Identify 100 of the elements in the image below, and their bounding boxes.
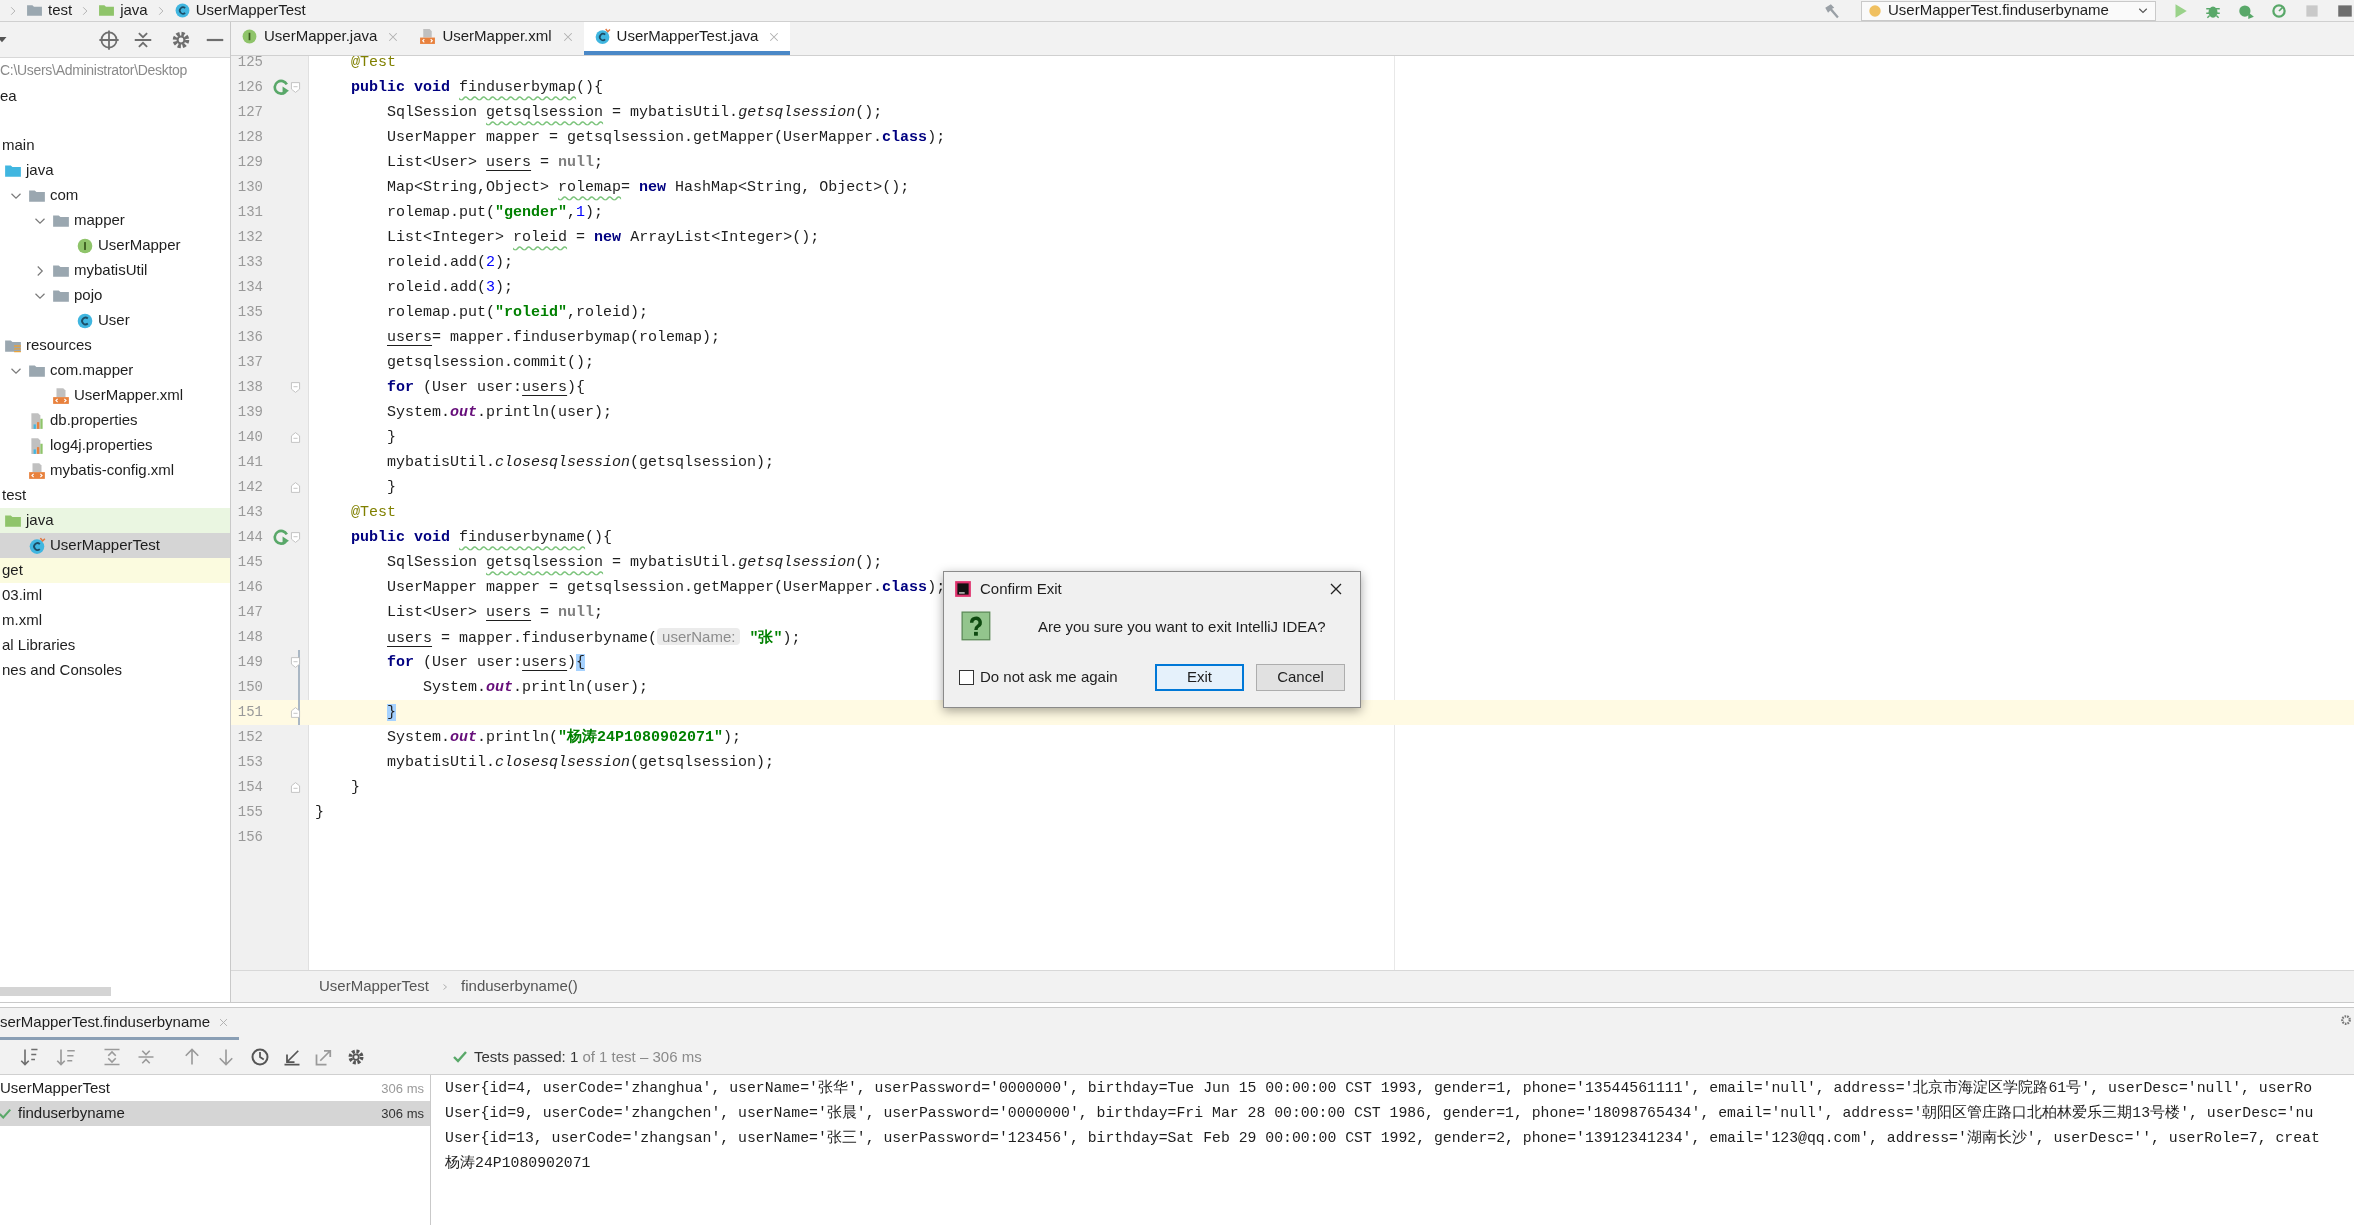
code-line: System.out.println(user); <box>386 403 613 423</box>
code-line: } <box>386 478 397 498</box>
tree-item[interactable]: java <box>0 508 230 533</box>
test-row[interactable]: UserMapperTest 306 ms <box>0 1076 430 1101</box>
tree-item[interactable]: com.mapper <box>0 358 230 383</box>
code-line: Map<String,Object> rolemap= new HashMap<String, Object>(); <box>386 178 910 198</box>
code-line: public void finduserbymap(){ <box>350 78 604 98</box>
breadcrumb[interactable]: finduserbyname() <box>461 975 578 998</box>
hammer-icon[interactable] <box>1823 1 1841 20</box>
tree-item[interactable]: al Libraries <box>0 633 230 658</box>
line-number: 155 <box>236 803 263 822</box>
line-number: 142 <box>236 478 263 497</box>
sort-by-duration-icon[interactable] <box>56 1047 76 1067</box>
breadcrumb[interactable]: test <box>48 0 73 22</box>
line-number: 149 <box>236 653 263 672</box>
code-line: List<Integer> roleid = new ArrayList<Integer>(); <box>386 228 820 248</box>
run-test-icon[interactable] <box>272 79 290 96</box>
breadcrumb[interactable]: UserMapperTest <box>319 975 430 998</box>
checkbox[interactable]: Do not ask me again <box>959 666 1118 689</box>
dialog-button[interactable]: Cancel <box>1256 664 1345 691</box>
xml-file-icon <box>28 461 46 480</box>
code-line: rolemap.put("roleid",roleid); <box>386 303 649 323</box>
tree-item[interactable]: UserMapper.xml <box>0 383 230 408</box>
line-number: 151 <box>236 703 263 722</box>
export-icon[interactable] <box>314 1047 334 1067</box>
line-number: 145 <box>236 553 263 572</box>
fold-marker-icon[interactable] <box>289 706 302 719</box>
tree-item[interactable]: java <box>0 158 230 183</box>
tree-item[interactable]: nes and Consoles <box>0 658 230 683</box>
line-number: 138 <box>236 378 263 397</box>
interface-icon <box>76 236 94 255</box>
tree-item[interactable]: pojo <box>0 283 230 308</box>
tree-item[interactable]: UserMapper <box>0 233 230 258</box>
fold-marker-icon[interactable] <box>289 656 302 669</box>
tree-item[interactable]: com <box>0 183 230 208</box>
tree-item[interactable]: resources <box>0 333 230 358</box>
history-icon[interactable] <box>250 1047 270 1067</box>
tree-item[interactable]: db.properties <box>0 408 230 433</box>
code-line: System.out.println(user); <box>422 678 649 698</box>
code-line: mybatisUtil.closesqlsession(getsqlsession); <box>386 453 775 473</box>
line-number: 150 <box>236 678 263 697</box>
dialog-title: Confirm Exit <box>980 578 1063 599</box>
breadcrumb[interactable]: java <box>120 0 148 22</box>
line-number: 140 <box>236 428 263 447</box>
line-number: 148 <box>236 628 263 647</box>
tree-item[interactable]: log4j.properties <box>0 433 230 458</box>
tree-item[interactable]: mapper <box>0 208 230 233</box>
scrollbar-thumb[interactable] <box>0 987 111 996</box>
tree-item[interactable]: ea <box>0 83 17 108</box>
fold-marker-icon[interactable] <box>289 81 302 94</box>
fold-marker-icon[interactable] <box>289 431 302 444</box>
tree-item[interactable]: mybatis-config.xml <box>0 458 230 483</box>
locate-icon[interactable] <box>98 28 120 51</box>
tree-item[interactable]: main <box>0 133 230 158</box>
fold-marker-icon[interactable] <box>289 781 302 794</box>
code-line: SqlSession getsqlsession = mybatisUtil.getsqlsession(); <box>386 103 883 123</box>
code-line: users = mapper.finduserbyname( userName: "张"); <box>386 627 801 649</box>
console-line: 杨涛24P1080902071 <box>445 1154 592 1173</box>
file-tab[interactable]: UserMapper.java <box>231 22 410 55</box>
code-line: UserMapper mapper = getsqlsession.getMapper(UserMapper.class); <box>386 578 946 598</box>
code-line: rolemap.put("gender",1); <box>386 203 604 223</box>
code-line: UserMapper mapper = getsqlsession.getMapper(UserMapper.class); <box>386 128 946 148</box>
tree-item[interactable]: mybatisUtil <box>0 258 230 283</box>
console-line: User{id=4, userCode='zhanghua', userName='张华', userPassword='0000000', birthday=Tue Jun 15 00:00:00 CST 1993, gender=1, phone='13544561111', email='null', address='北京市海淀区学院路61号', userDesc='null', userRo <box>445 1078 2314 1098</box>
run-test-icon[interactable] <box>272 529 290 546</box>
dialog-button[interactable]: Exit <box>1155 664 1244 691</box>
project-path: C:\Users\Administrator\Desktop <box>0 61 188 80</box>
sort-alphabetically-icon[interactable] <box>20 1047 40 1067</box>
line-number: 146 <box>236 578 263 597</box>
run-configuration-dropdown[interactable]: UserMapperTest.finduserbyname <box>1861 0 2156 21</box>
import-icon[interactable] <box>282 1047 302 1067</box>
file-tab[interactable]: UserMapper.xml <box>409 22 584 55</box>
tree-item[interactable]: test <box>0 483 230 508</box>
code-line: } <box>350 778 361 798</box>
properties-file-icon <box>28 411 46 430</box>
fold-marker-icon[interactable] <box>289 531 302 544</box>
app-icon <box>954 580 972 598</box>
line-number: 133 <box>236 253 263 272</box>
line-number: 125 <box>236 56 263 72</box>
tree-item[interactable]: m.xml <box>0 608 230 633</box>
fold-marker-icon[interactable] <box>289 381 302 394</box>
profiler-icon[interactable] <box>2270 1 2288 20</box>
fold-marker-icon[interactable] <box>289 481 302 494</box>
tree-item[interactable]: User <box>0 308 230 333</box>
settings-icon[interactable] <box>346 1047 366 1067</box>
file-tab[interactable]: UserMapperTest.java <box>583 22 791 55</box>
test-row[interactable]: finduserbyname 306 ms <box>0 1101 430 1126</box>
line-number: 130 <box>236 178 263 197</box>
close-icon[interactable] <box>1328 581 1344 597</box>
settings-icon[interactable] <box>2340 1014 2352 1026</box>
code-line: SqlSession getsqlsession = mybatisUtil.getsqlsession(); <box>386 553 883 573</box>
line-number: 147 <box>236 603 263 622</box>
expand-all-icon[interactable] <box>102 1047 122 1067</box>
arrow-down-icon[interactable] <box>216 1047 236 1067</box>
tree-item[interactable]: UserMapperTest <box>0 533 230 558</box>
folder-icon <box>26 2 43 19</box>
line-number: 139 <box>236 403 263 422</box>
tree-item[interactable]: get <box>0 558 230 583</box>
tree-item[interactable]: 03.iml <box>0 583 230 608</box>
breadcrumb[interactable]: UserMapperTest <box>195 0 306 22</box>
